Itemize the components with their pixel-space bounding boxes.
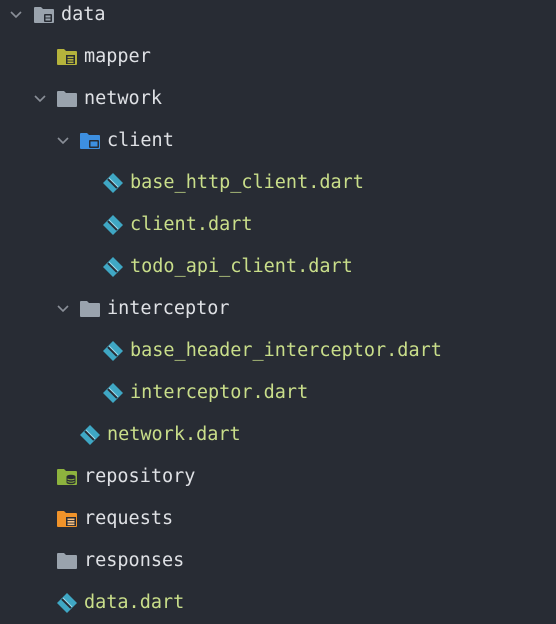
folder-requests-icon	[56, 508, 78, 530]
dart-file-icon	[102, 172, 124, 194]
chevron-down-icon[interactable]	[32, 91, 48, 107]
tree-item-network[interactable]: network	[0, 78, 556, 120]
dart-file-icon	[102, 214, 124, 236]
tree-item-label: base_http_client.dart	[130, 172, 364, 193]
tree-item-label: data.dart	[84, 592, 185, 613]
tree-item-label: network.dart	[107, 424, 241, 445]
tree-item-responses[interactable]: responses	[0, 540, 556, 582]
tree-item-label: todo_api_client.dart	[130, 256, 353, 277]
tree-item-mapper[interactable]: mapper	[0, 36, 556, 78]
folder-icon	[79, 298, 101, 320]
tree-item-repository[interactable]: repository	[0, 456, 556, 498]
tree-item-label: responses	[84, 550, 185, 571]
tree-item-client-dart[interactable]: client.dart	[0, 204, 556, 246]
tree-item-label: repository	[84, 466, 196, 487]
tree-item-todo-api-client[interactable]: todo_api_client.dart	[0, 246, 556, 288]
chevron-down-icon[interactable]	[55, 133, 71, 149]
project-file-tree: data mapper network client base_http_cli…	[0, 0, 556, 619]
tree-item-label: base_header_interceptor.dart	[130, 340, 442, 361]
tree-item-base-header-interceptor[interactable]: base_header_interceptor.dart	[0, 330, 556, 372]
tree-item-label: interceptor.dart	[130, 382, 309, 403]
dart-file-icon	[56, 592, 78, 614]
tree-item-network-dart[interactable]: network.dart	[0, 414, 556, 456]
tree-item-label: client.dart	[130, 214, 253, 235]
dart-file-icon	[102, 340, 124, 362]
tree-item-label: client	[107, 130, 174, 151]
chevron-down-icon[interactable]	[55, 301, 71, 317]
tree-item-interceptor-dart[interactable]: interceptor.dart	[0, 372, 556, 414]
dart-file-icon	[79, 424, 101, 446]
tree-item-label: network	[84, 88, 162, 109]
folder-mapper-icon	[56, 46, 78, 68]
tree-item-data[interactable]: data	[0, 0, 556, 36]
dart-file-icon	[102, 256, 124, 278]
chevron-down-icon[interactable]	[8, 7, 24, 23]
folder-repository-icon	[56, 466, 78, 488]
tree-item-label: data	[61, 4, 106, 25]
tree-item-label: requests	[84, 508, 174, 529]
tree-item-base-http-client[interactable]: base_http_client.dart	[0, 162, 556, 204]
tree-item-client[interactable]: client	[0, 120, 556, 162]
dart-file-icon	[102, 382, 124, 404]
tree-item-requests[interactable]: requests	[0, 498, 556, 540]
folder-icon	[56, 88, 78, 110]
tree-item-interceptor[interactable]: interceptor	[0, 288, 556, 330]
tree-item-label: interceptor	[107, 298, 230, 319]
tree-item-data-dart[interactable]: data.dart	[0, 582, 556, 624]
tree-item-label: mapper	[84, 46, 151, 67]
folder-icon	[56, 550, 78, 572]
folder-client-icon	[79, 130, 101, 152]
folder-database-icon	[33, 4, 55, 26]
